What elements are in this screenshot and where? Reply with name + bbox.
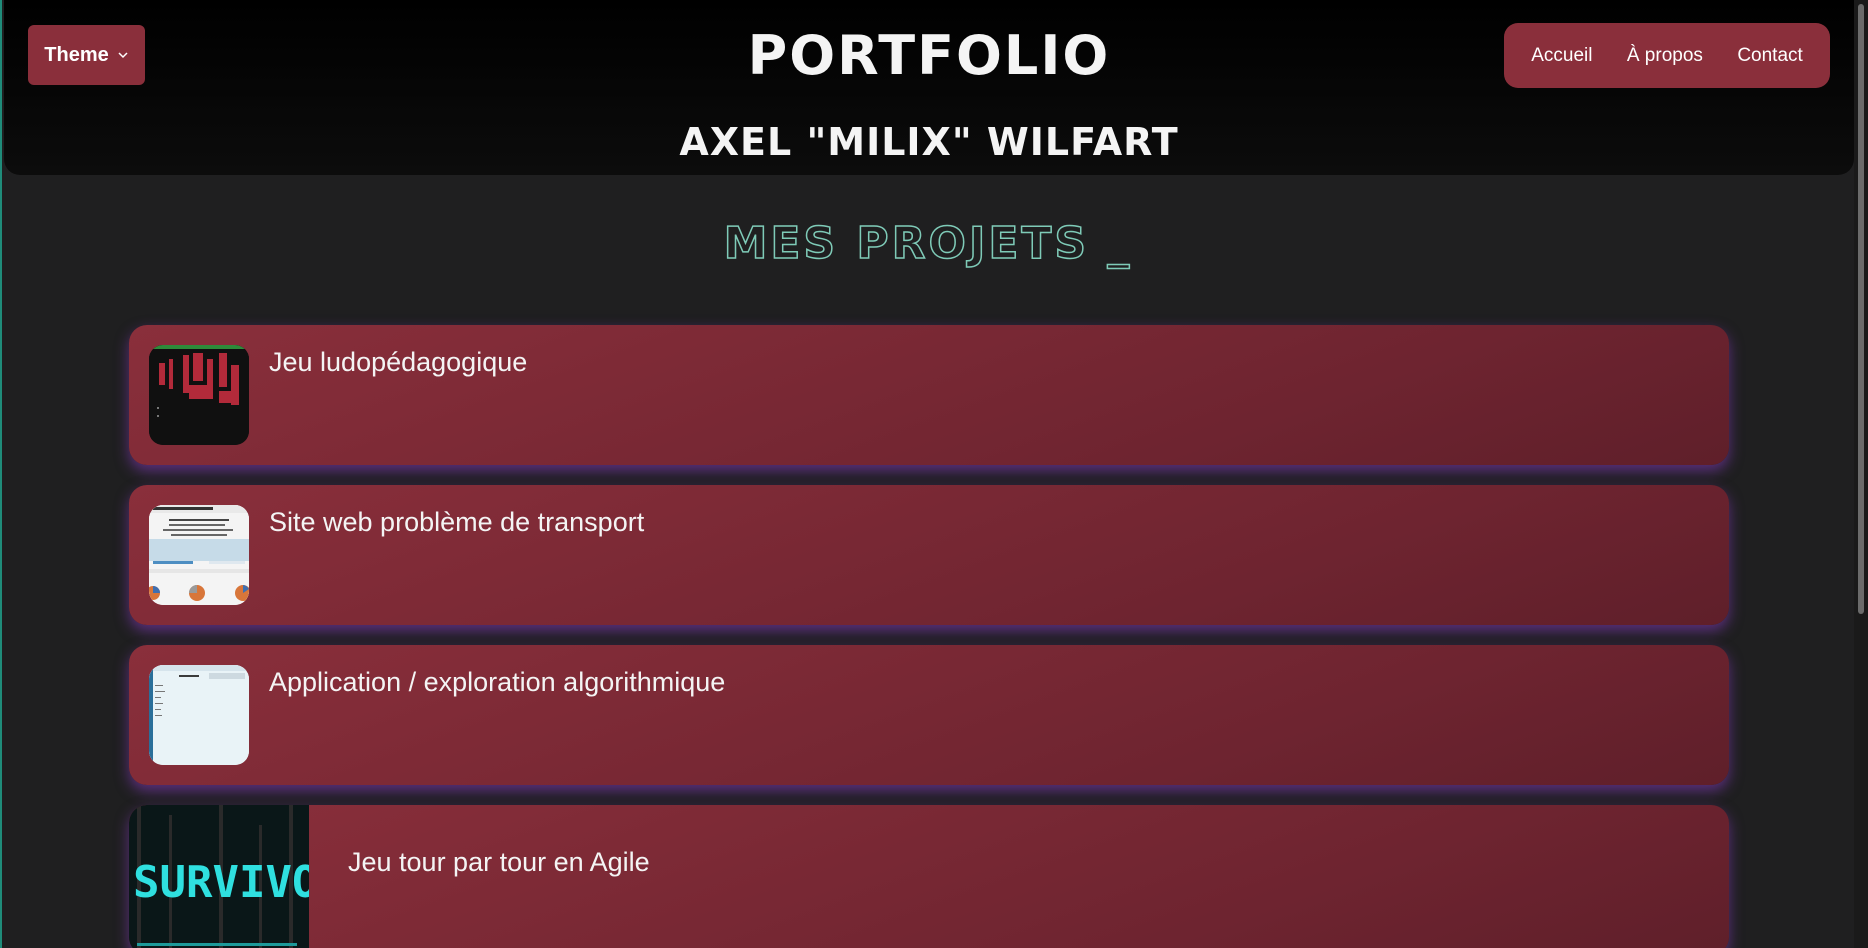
project-card[interactable]: Application / exploration algorithmique <box>129 645 1729 785</box>
page: Theme PORTFOLIO AXEL "MILIX" WILFART Acc… <box>0 0 1868 948</box>
projects-list: Jeu ludopédagogique Site web problème de… <box>129 325 1729 948</box>
survivor-logo-text: SURVIVOR <box>133 857 309 908</box>
scrollbar-thumb[interactable] <box>1858 4 1864 614</box>
vertical-scrollbar[interactable] <box>1854 0 1868 948</box>
website-screenshot-icon <box>149 505 249 605</box>
app-screenshot-icon <box>149 665 249 765</box>
main-nav: Accueil À propos Contact <box>1504 23 1830 88</box>
project-title: Application / exploration algorithmique <box>269 667 726 697</box>
game-screenshot-icon <box>149 345 249 445</box>
project-card[interactable]: Site web problème de transport <box>129 485 1729 625</box>
section-title: MES PROJETS _ <box>723 217 1133 270</box>
project-card[interactable]: Jeu ludopédagogique <box>129 325 1729 465</box>
project-title: Site web problème de transport <box>269 507 645 537</box>
survivor-game-screenshot-icon: SURVIVOR <box>129 805 309 948</box>
author-name: AXEL "MILIX" WILFART <box>679 120 1179 164</box>
project-title: Jeu ludopédagogique <box>269 347 528 377</box>
site-header: Theme PORTFOLIO AXEL "MILIX" WILFART Acc… <box>4 0 1854 175</box>
project-title: Jeu tour par tour en Agile <box>348 847 650 877</box>
nav-link-accueil[interactable]: Accueil <box>1531 45 1592 67</box>
nav-link-a-propos[interactable]: À propos <box>1627 45 1703 67</box>
nav-link-contact[interactable]: Contact <box>1737 45 1802 67</box>
project-card[interactable]: SURVIVOR Jeu tour par tour en Agile <box>129 805 1729 948</box>
